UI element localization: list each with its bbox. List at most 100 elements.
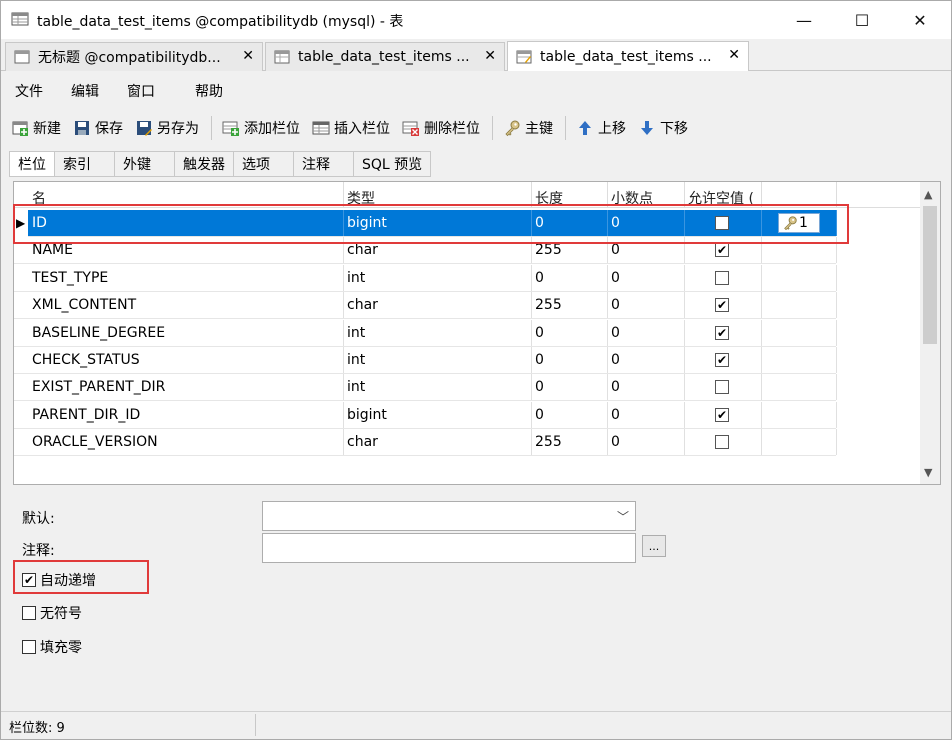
- nullable-checkbox[interactable]: [715, 216, 729, 230]
- table-row[interactable]: ID bigint 0 0 1 ▶: [16, 210, 837, 237]
- tab-indexes[interactable]: 索引: [55, 151, 115, 177]
- field-length-cell[interactable]: 0: [535, 215, 544, 231]
- field-type-cell[interactable]: char: [347, 297, 378, 313]
- field-name-cell[interactable]: XML_CONTENT: [32, 297, 136, 313]
- field-type-cell[interactable]: char: [347, 242, 378, 258]
- nullable-checkbox[interactable]: ✔: [715, 353, 729, 367]
- nullable-checkbox[interactable]: [715, 380, 729, 395]
- tab-sql-preview[interactable]: SQL 预览: [354, 151, 432, 177]
- table-row[interactable]: PARENT_DIR_ID bigint 0 0 ✔: [14, 401, 837, 429]
- comment-input[interactable]: [262, 533, 636, 563]
- move-up-button[interactable]: 上移: [576, 118, 626, 138]
- field-name-cell[interactable]: ID: [32, 215, 47, 231]
- default-combobox[interactable]: ﹀: [262, 501, 636, 531]
- save-button[interactable]: 保存: [73, 118, 123, 138]
- field-decimals-cell[interactable]: 0: [611, 297, 620, 313]
- nullable-checkbox[interactable]: ✔: [715, 407, 729, 422]
- tab-close-icon[interactable]: ✕: [242, 48, 254, 64]
- doc-tab-untitled-query[interactable]: 无标题 @compatibilitydb... ✕: [5, 42, 263, 71]
- comment-ellipsis-button[interactable]: ...: [642, 535, 666, 557]
- unsigned-option[interactable]: 无符号: [22, 603, 82, 623]
- scrollbar-thumb[interactable]: [923, 206, 937, 344]
- tab-fields[interactable]: 栏位: [9, 151, 55, 177]
- table-row[interactable]: BASELINE_DEGREE int 0 0 ✔: [14, 319, 837, 347]
- field-type-cell[interactable]: char: [347, 434, 378, 450]
- field-length-cell[interactable]: 0: [535, 379, 544, 395]
- nullable-checkbox[interactable]: ✔: [715, 243, 729, 258]
- field-decimals-cell[interactable]: 0: [611, 242, 620, 258]
- table-row[interactable]: XML_CONTENT char 255 0 ✔: [14, 292, 837, 320]
- field-name-cell[interactable]: EXIST_PARENT_DIR: [32, 379, 165, 395]
- field-length-cell[interactable]: 255: [535, 434, 562, 450]
- move-down-button[interactable]: 下移: [638, 118, 688, 138]
- field-name-cell[interactable]: PARENT_DIR_ID: [32, 407, 140, 423]
- add-field-button[interactable]: 添加栏位: [222, 118, 300, 138]
- menu-edit[interactable]: 编辑: [57, 81, 113, 101]
- doc-tab-table-design-1[interactable]: table_data_test_items ... ✕: [265, 42, 505, 71]
- tab-foreign-keys[interactable]: 外键: [115, 151, 175, 177]
- header-name[interactable]: 名: [32, 188, 46, 206]
- nullable-checkbox[interactable]: ✔: [715, 298, 729, 313]
- doc-tab-table-design-2[interactable]: table_data_test_items ... ✕: [507, 41, 749, 71]
- table-row[interactable]: TEST_TYPE int 0 0: [14, 264, 837, 292]
- field-name-cell[interactable]: BASELINE_DEGREE: [32, 325, 165, 341]
- menu-help[interactable]: 帮助: [181, 81, 237, 101]
- delete-field-button[interactable]: 删除栏位: [402, 118, 480, 138]
- insert-field-button[interactable]: 插入栏位: [312, 118, 390, 138]
- menu-window[interactable]: 窗口: [113, 81, 181, 101]
- minimize-button[interactable]: —: [781, 1, 827, 39]
- table-row[interactable]: NAME char 255 0 ✔: [14, 237, 837, 265]
- scroll-up-icon[interactable]: ▲: [924, 188, 932, 201]
- zerofill-checkbox[interactable]: [22, 640, 36, 654]
- nullable-checkbox[interactable]: [715, 435, 729, 450]
- field-decimals-cell[interactable]: 0: [611, 215, 620, 231]
- tab-close-icon[interactable]: ✕: [484, 48, 496, 64]
- field-decimals-cell[interactable]: 0: [611, 434, 620, 450]
- unsigned-checkbox[interactable]: [22, 606, 36, 620]
- field-decimals-cell[interactable]: 0: [611, 379, 620, 395]
- field-name-cell[interactable]: TEST_TYPE: [32, 270, 108, 286]
- field-type-cell[interactable]: int: [347, 352, 365, 368]
- tab-triggers[interactable]: 触发器: [175, 151, 234, 177]
- field-decimals-cell[interactable]: 0: [611, 407, 620, 423]
- chevron-down-icon[interactable]: ﹀: [617, 508, 629, 525]
- table-row[interactable]: EXIST_PARENT_DIR int 0 0: [14, 374, 837, 402]
- maximize-button[interactable]: ☐: [839, 1, 885, 39]
- new-button[interactable]: 新建: [11, 118, 61, 138]
- grid-scrollbar[interactable]: ▲ ▼: [920, 182, 940, 484]
- field-length-cell[interactable]: 0: [535, 352, 544, 368]
- field-type-cell[interactable]: bigint: [347, 215, 387, 231]
- field-type-cell[interactable]: bigint: [347, 407, 387, 423]
- nullable-checkbox[interactable]: [715, 270, 729, 285]
- auto-increment-option[interactable]: ✔ 自动递增: [22, 570, 96, 590]
- table-row[interactable]: CHECK_STATUS int 0 0 ✔: [14, 347, 837, 374]
- tab-comment[interactable]: 注释: [294, 151, 354, 177]
- nullable-checkbox[interactable]: ✔: [715, 325, 729, 340]
- field-name-cell[interactable]: NAME: [32, 242, 73, 258]
- field-type-cell[interactable]: int: [347, 325, 365, 341]
- scroll-down-icon[interactable]: ▼: [924, 466, 932, 479]
- field-decimals-cell[interactable]: 0: [611, 352, 620, 368]
- field-name-cell[interactable]: CHECK_STATUS: [32, 352, 140, 368]
- field-decimals-cell[interactable]: 0: [611, 270, 620, 286]
- tab-options[interactable]: 选项: [234, 151, 294, 177]
- primary-key-badge[interactable]: 1: [778, 213, 820, 233]
- field-decimals-cell[interactable]: 0: [611, 325, 620, 341]
- primary-key-button[interactable]: 主键: [503, 118, 553, 138]
- header-decimals[interactable]: 小数点: [611, 188, 653, 206]
- field-length-cell[interactable]: 0: [535, 325, 544, 341]
- field-length-cell[interactable]: 255: [535, 297, 562, 313]
- header-nullable[interactable]: 允许空值 (: [688, 188, 760, 206]
- header-length[interactable]: 长度: [535, 188, 563, 206]
- field-length-cell[interactable]: 0: [535, 270, 544, 286]
- field-type-cell[interactable]: int: [347, 379, 365, 395]
- save-as-button[interactable]: 另存为: [135, 118, 199, 138]
- field-length-cell[interactable]: 0: [535, 407, 544, 423]
- field-name-cell[interactable]: ORACLE_VERSION: [32, 434, 158, 450]
- menu-file[interactable]: 文件: [1, 81, 57, 101]
- field-type-cell[interactable]: int: [347, 270, 365, 286]
- zerofill-option[interactable]: 填充零: [22, 637, 82, 657]
- table-row[interactable]: ORACLE_VERSION char 255 0: [14, 429, 837, 457]
- header-type[interactable]: 类型: [347, 188, 375, 206]
- close-window-button[interactable]: ✕: [897, 1, 943, 39]
